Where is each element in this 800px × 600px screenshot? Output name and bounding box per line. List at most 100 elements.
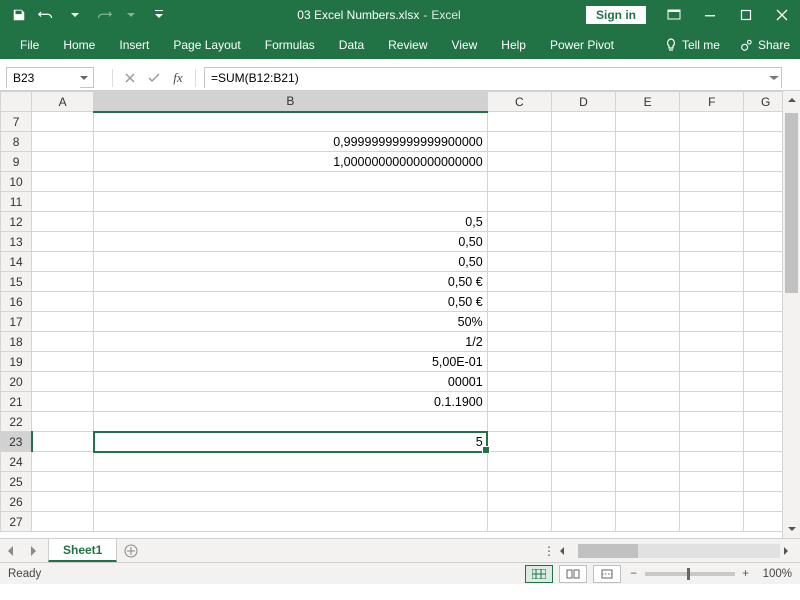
qat-customize-icon[interactable] [146,2,172,28]
tab-help[interactable]: Help [489,30,538,59]
cell-G18[interactable] [744,332,788,352]
row-header-10[interactable]: 10 [1,172,32,192]
cell-D7[interactable] [551,112,615,132]
cell-E24[interactable] [616,452,680,472]
row-header-27[interactable]: 27 [1,512,32,532]
cell-C17[interactable] [487,312,551,332]
cell-B9[interactable]: 1,00000000000000000000 [94,152,488,172]
row-header-9[interactable]: 9 [1,152,32,172]
cell-A9[interactable] [32,152,94,172]
cell-G16[interactable] [744,292,788,312]
hscroll-left-icon[interactable] [558,547,576,555]
cell-C11[interactable] [487,192,551,212]
select-all-corner[interactable] [1,92,32,112]
cell-B16[interactable]: 0,50 € [94,292,488,312]
cell-F8[interactable] [680,132,744,152]
row-header-12[interactable]: 12 [1,212,32,232]
cell-F18[interactable] [680,332,744,352]
column-header-A[interactable]: A [32,92,94,112]
cell-C9[interactable] [487,152,551,172]
column-header-C[interactable]: C [487,92,551,112]
cell-B13[interactable]: 0,50 [94,232,488,252]
cell-D24[interactable] [551,452,615,472]
new-sheet-button[interactable] [117,539,145,562]
name-box[interactable] [6,67,94,88]
tab-view[interactable]: View [440,30,490,59]
cell-F11[interactable] [680,192,744,212]
cell-C18[interactable] [487,332,551,352]
cell-G25[interactable] [744,472,788,492]
cell-G24[interactable] [744,452,788,472]
cell-G7[interactable] [744,112,788,132]
cell-E9[interactable] [616,152,680,172]
cell-C16[interactable] [487,292,551,312]
cell-F17[interactable] [680,312,744,332]
tab-page-layout[interactable]: Page Layout [161,30,252,59]
row-header-21[interactable]: 21 [1,392,32,412]
cell-B17[interactable]: 50% [94,312,488,332]
cell-C14[interactable] [487,252,551,272]
cell-A12[interactable] [32,212,94,232]
cell-B7[interactable] [94,112,488,132]
cell-E10[interactable] [616,172,680,192]
undo-dropdown-icon[interactable] [62,2,88,28]
column-header-D[interactable]: D [551,92,615,112]
cell-G10[interactable] [744,172,788,192]
tab-home[interactable]: Home [51,30,107,59]
cell-A26[interactable] [32,492,94,512]
enter-formula-icon[interactable] [143,68,165,88]
insert-function-icon[interactable]: fx [167,68,189,88]
vertical-scrollbar[interactable] [782,91,800,538]
row-header-15[interactable]: 15 [1,272,32,292]
cell-B25[interactable] [94,472,488,492]
cell-E7[interactable] [616,112,680,132]
spreadsheet-grid[interactable]: ABCDEFG 780,9999999999999990000091,00000… [0,91,788,532]
cell-F21[interactable] [680,392,744,412]
cell-F9[interactable] [680,152,744,172]
cell-B24[interactable] [94,452,488,472]
cell-E17[interactable] [616,312,680,332]
cell-B19[interactable]: 5,00E-01 [94,352,488,372]
cell-D12[interactable] [551,212,615,232]
cell-B8[interactable]: 0,99999999999999900000 [94,132,488,152]
row-header-23[interactable]: 23 [1,432,32,452]
cell-C21[interactable] [487,392,551,412]
row-header-19[interactable]: 19 [1,352,32,372]
column-header-F[interactable]: F [680,92,744,112]
cell-B21[interactable]: 0.1.1900 [94,392,488,412]
cell-D16[interactable] [551,292,615,312]
cell-F16[interactable] [680,292,744,312]
cell-F26[interactable] [680,492,744,512]
cell-D22[interactable] [551,412,615,432]
cancel-formula-icon[interactable] [119,68,141,88]
view-page-layout-button[interactable] [559,565,587,583]
cell-A10[interactable] [32,172,94,192]
cell-D17[interactable] [551,312,615,332]
cell-E13[interactable] [616,232,680,252]
cell-E12[interactable] [616,212,680,232]
cell-D13[interactable] [551,232,615,252]
column-header-G[interactable]: G [744,92,788,112]
sheet-nav-next-icon[interactable] [22,539,44,562]
sign-in-button[interactable]: Sign in [586,6,646,24]
grid-viewport[interactable]: ABCDEFG 780,9999999999999990000091,00000… [0,91,800,538]
row-header-26[interactable]: 26 [1,492,32,512]
cell-A14[interactable] [32,252,94,272]
share-button[interactable]: Share [730,30,800,59]
cell-G26[interactable] [744,492,788,512]
cell-C13[interactable] [487,232,551,252]
cell-A22[interactable] [32,412,94,432]
sheet-tab-sheet1[interactable]: Sheet1 [48,539,117,562]
cell-A7[interactable] [32,112,94,132]
row-header-8[interactable]: 8 [1,132,32,152]
cell-F10[interactable] [680,172,744,192]
hscroll-thumb[interactable] [578,544,638,558]
cell-A18[interactable] [32,332,94,352]
tab-review[interactable]: Review [376,30,439,59]
tab-insert[interactable]: Insert [107,30,161,59]
zoom-slider[interactable] [645,572,735,576]
cell-F15[interactable] [680,272,744,292]
view-page-break-button[interactable] [593,565,621,583]
cell-A8[interactable] [32,132,94,152]
tell-me-button[interactable]: Tell me [655,30,730,59]
